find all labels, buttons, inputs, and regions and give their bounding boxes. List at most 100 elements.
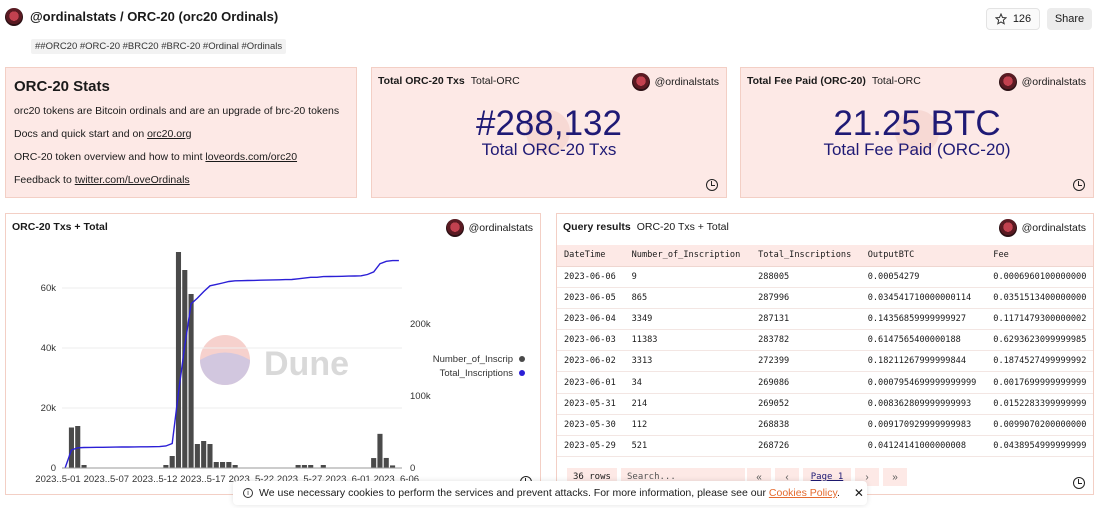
stats-line-4: Feedback to twitter.com/LoveOrdinals bbox=[14, 174, 348, 186]
counter-title[interactable]: Total Fee Paid (ORC-20) bbox=[747, 75, 866, 87]
column-header[interactable]: OutputBTC bbox=[860, 245, 987, 267]
bar bbox=[383, 457, 389, 468]
table-row: 2023-06-03 11383 283782 0.6147565400000188 0… bbox=[557, 329, 1093, 352]
table-cell: 521 bbox=[624, 435, 752, 458]
double-chevron-right-icon: » bbox=[892, 471, 898, 483]
chart-title[interactable]: ORC-20 Txs + Total bbox=[12, 221, 108, 233]
page-title: @ordinalstats / ORC-20 (orc20 Ordinals) bbox=[30, 9, 279, 24]
column-header[interactable]: DateTime bbox=[557, 245, 625, 267]
table-header: Query results ORC-20 Txs + Total @ordinal… bbox=[557, 214, 1093, 244]
bar bbox=[377, 433, 383, 468]
close-icon[interactable]: ✕ bbox=[854, 486, 864, 500]
chart-svg: Dune 0 20k 40k 60k 0 100k 200k 2023..5-01 2023..… bbox=[35, 252, 525, 485]
header: @ordinalstats / ORC-20 (orc20 Ordinals) … bbox=[0, 0, 1100, 64]
loveords-link[interactable]: loveords.com/orc20 bbox=[205, 151, 297, 163]
table-cell: 0.1171479300000002 bbox=[986, 308, 1093, 331]
table-cell: 268838 bbox=[751, 414, 861, 437]
table-cell: 272399 bbox=[751, 350, 861, 373]
orc20-link[interactable]: orc20.org bbox=[147, 128, 191, 140]
table-cell: 2023-06-05 bbox=[557, 287, 625, 309]
twitter-link[interactable]: twitter.com/LoveOrdinals bbox=[75, 174, 190, 186]
clock-icon[interactable] bbox=[706, 179, 718, 191]
bar bbox=[75, 426, 81, 468]
counter-subtitle: Total-ORC bbox=[470, 75, 520, 87]
table-cell: 0.034541710000000114 bbox=[860, 287, 987, 309]
chart-panel: ORC-20 Txs + Total @ordinalstats Dune 02… bbox=[5, 213, 541, 495]
owner-link[interactable]: @ordinalstats bbox=[445, 219, 533, 237]
chart-axes: 020k40k60k0100k200k2023..5-01 2023..5-07 2… bbox=[35, 283, 431, 485]
table-cell: 2023-05-30 bbox=[557, 414, 625, 437]
cookie-banner: i We use necessary cookies to perform th… bbox=[233, 481, 867, 505]
table-cell: 0.6293623099999985 bbox=[986, 329, 1093, 352]
owner-avatar[interactable] bbox=[5, 8, 23, 26]
owner-link[interactable]: @ordinalstats bbox=[998, 219, 1086, 237]
dune-watermark: Dune bbox=[200, 335, 349, 385]
bar bbox=[213, 462, 219, 468]
stats-line-3: ORC-20 token overview and how to mint lo… bbox=[14, 151, 348, 163]
table-cell: 0.0438954999999999 bbox=[986, 435, 1093, 458]
legend-marker bbox=[519, 370, 525, 376]
stats-line-1: orc20 tokens are Bitcoin ordinals and ar… bbox=[14, 105, 348, 117]
table-subtitle: ORC-20 Txs + Total bbox=[636, 221, 729, 233]
bar bbox=[220, 462, 226, 468]
stats-line-2: Docs and quick start and on orc20.org bbox=[14, 128, 348, 140]
cookie-text: We use necessary cookies to perform the … bbox=[259, 487, 840, 499]
clock-icon[interactable] bbox=[1073, 477, 1085, 489]
cookie-suffix: . bbox=[836, 487, 840, 499]
table-cell: 112 bbox=[624, 414, 752, 437]
counter-label: Total Fee Paid (ORC-20) bbox=[823, 140, 1011, 159]
legend-marker bbox=[519, 356, 525, 362]
owner-link[interactable]: @ordinalstats bbox=[998, 73, 1086, 91]
cookies-policy-link[interactable]: Cookies Policy bbox=[769, 487, 837, 499]
table-cell: 865 bbox=[624, 287, 752, 309]
table-cell: 288005 bbox=[751, 266, 861, 288]
owner-avatar bbox=[631, 73, 650, 91]
table-row: 2023-06-01 34 269086 0.0007954699999999999 0… bbox=[557, 371, 1093, 394]
table-title-row: Query results ORC-20 Txs + Total bbox=[563, 221, 729, 233]
table-row: 2023-05-30 112 268838 0.009170929999999983 0… bbox=[557, 414, 1093, 437]
stats-line-1-text: orc20 tokens are Bitcoin ordinals and ar… bbox=[14, 105, 340, 117]
table-cell: 0.0099070200000000 bbox=[986, 414, 1093, 437]
table-cell: 269052 bbox=[751, 393, 861, 415]
table-row: 2023-06-06 9 288005 0.00054279 0.00069601000… bbox=[557, 266, 1093, 288]
chevron-right-icon: › bbox=[865, 471, 869, 483]
table-row: 2023-05-31 214 269052 0.008362809999999993 0… bbox=[557, 393, 1093, 415]
owner-avatar bbox=[998, 219, 1017, 237]
owner-link[interactable]: @ordinalstats bbox=[631, 73, 719, 91]
left-axis-tick-label: 20k bbox=[41, 403, 57, 414]
counter-total-txs: Total ORC-20 Txs Total-ORC @ordinalstats … bbox=[371, 67, 727, 198]
right-axis-tick-label: 100k bbox=[410, 391, 431, 402]
table-cell: 287996 bbox=[751, 287, 861, 309]
table-cell: 0.008362809999999993 bbox=[860, 393, 987, 415]
owner-name: @ordinalstats bbox=[1021, 222, 1086, 234]
clock-icon[interactable] bbox=[1073, 179, 1085, 191]
table-cell: 34 bbox=[624, 371, 752, 394]
table-cell: 0.04124141000000008 bbox=[860, 435, 987, 458]
dune-logo-shade bbox=[200, 352, 250, 385]
last-page-button[interactable]: » bbox=[883, 468, 907, 486]
table-row: 2023-06-05 865 287996 0.034541710000000114 0… bbox=[557, 287, 1093, 309]
star-count: 126 bbox=[1012, 13, 1032, 25]
results-table: DateTime Number_of_Inscription Total_Inscr… bbox=[557, 245, 1093, 458]
counter-title[interactable]: Total ORC-20 Txs bbox=[378, 75, 465, 87]
dune-wordmark: Dune bbox=[264, 345, 349, 383]
table-cell: 2023-06-01 bbox=[557, 371, 625, 394]
left-axis-tick-label: 0 bbox=[51, 463, 56, 474]
chart-legend: Number_of_Inscrip Total_Inscriptions bbox=[433, 354, 525, 379]
share-button[interactable]: Share bbox=[1047, 8, 1092, 30]
owner-avatar bbox=[998, 73, 1017, 91]
bar bbox=[182, 270, 188, 468]
column-header[interactable]: Number_of_Inscription bbox=[624, 245, 752, 267]
owner-name: @ordinalstats bbox=[654, 76, 719, 88]
table-title[interactable]: Query results bbox=[563, 221, 631, 233]
column-header[interactable]: Fee bbox=[986, 245, 1093, 267]
column-header[interactable]: Total_Inscriptions bbox=[751, 245, 861, 267]
table-cell: 0.1874527499999992 bbox=[986, 350, 1093, 373]
legend-label: Total_Inscriptions bbox=[440, 368, 514, 379]
x-axis-tick-label: 2023..5-07 bbox=[84, 474, 129, 485]
star-button[interactable]: 126 bbox=[986, 8, 1040, 30]
table-cell: 11383 bbox=[624, 329, 752, 352]
table-cell: 2023-06-04 bbox=[557, 308, 625, 331]
x-axis-tick-label: 2023..5-01 bbox=[35, 474, 80, 485]
table-cell: 2023-06-03 bbox=[557, 329, 625, 352]
